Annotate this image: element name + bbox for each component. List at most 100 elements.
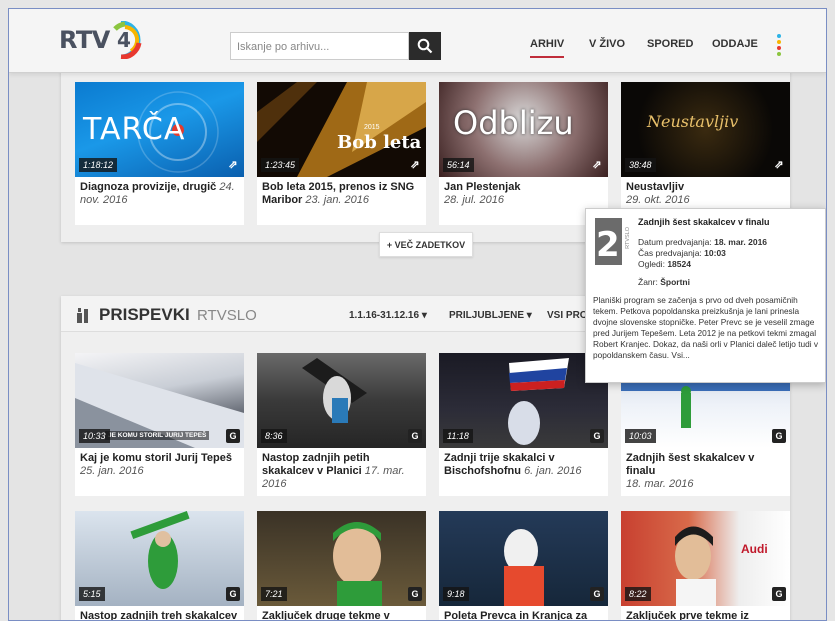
card-title[interactable]: Kaj je komu storil Jurij Tepeš 25. jan. 2… — [75, 448, 244, 478]
thumb-title: Neustavljiv — [647, 112, 739, 131]
channel-icon: G — [590, 429, 604, 443]
channel-icon: G — [226, 587, 240, 601]
video-thumbnail[interactable]: JE KOMU STORIL JURIJ TEPEŠ 10:33 G — [75, 353, 244, 448]
card-date: 6. jan. 2016 — [524, 465, 582, 477]
card-date: 28. jul. 2016 — [444, 194, 504, 206]
video-thumbnail[interactable]: 8:36 G — [257, 353, 426, 448]
channel-icon: G — [772, 429, 786, 443]
thumb-title: TARČA — [83, 112, 186, 147]
video-thumbnail[interactable]: Audi 8:22 G — [621, 511, 790, 606]
card-title[interactable]: Nastop zadnjih petih skakalcev v Planici… — [257, 448, 426, 491]
share-icon[interactable]: ⇗ — [408, 158, 422, 172]
video-thumbnail[interactable]: Neustavljiv 38:48 ⇗ — [621, 82, 790, 177]
duration-badge: 38:48 — [625, 158, 656, 172]
card-date: 25. jan. 2016 — [80, 465, 144, 477]
share-icon[interactable]: ⇗ — [226, 158, 240, 172]
channel-2-icon: 2 — [595, 218, 622, 265]
search-button[interactable] — [409, 32, 441, 60]
channel-icon: G — [772, 587, 786, 601]
more-menu-icon[interactable] — [777, 34, 781, 58]
video-thumbnail[interactable]: 11:18 G — [439, 353, 608, 448]
channel-icon: G — [408, 587, 422, 601]
video-thumbnail[interactable]: Odblizu 56:14 ⇗ — [439, 82, 608, 177]
video-thumbnail[interactable]: 2015 Bob leta 1:23:45 ⇗ — [257, 82, 426, 177]
card-title[interactable]: Neustavljiv 29. okt. 2016 — [621, 177, 790, 207]
card-title[interactable]: Zaključek druge tekme v — [257, 606, 426, 620]
popup-description: Planiški program se začenja s prvo od dv… — [593, 295, 819, 360]
thumb-caption: JE KOMU STORIL JURIJ TEPEŠ — [105, 431, 210, 440]
duration-badge: 8:36 — [261, 429, 287, 443]
duration-badge: 10:33 — [79, 429, 110, 443]
genre: Žanr: Športni — [638, 277, 690, 287]
logo-text: RTV — [59, 26, 110, 54]
duration-badge: 1:23:45 — [261, 158, 300, 172]
card-title[interactable]: Bob leta 2015, prenos iz SNG Maribor 23.… — [257, 177, 426, 207]
logo-number: 4 — [117, 28, 131, 52]
video-card[interactable]: 5:15 G Nastop zadnjih treh skakalcev — [75, 511, 244, 620]
date-range-filter[interactable]: 1.1.16-31.12.16 ▾ — [349, 310, 427, 321]
video-card[interactable]: JE KOMU STORIL JURIJ TEPEŠ 10:33 G Kaj j… — [75, 353, 244, 496]
duration-badge: 56:14 — [443, 158, 474, 172]
card-date: 18. mar. 2016 — [626, 478, 694, 490]
chevron-down-icon: ▾ — [526, 310, 532, 321]
browser-viewport: Bob leta 2015, prenos iz SNG RTV 4 Iskan… — [8, 8, 827, 621]
video-thumbnail[interactable]: 9:18 G — [439, 511, 608, 606]
search-icon — [417, 38, 433, 54]
card-title[interactable]: Jan Plestenjak 28. jul. 2016 — [439, 177, 608, 207]
broadcast-date: Datum predvajanja: 18. mar. 2016 — [638, 237, 768, 247]
card-title[interactable]: Diagnoza provizije, drugič 24. nov. 2016 — [75, 177, 244, 207]
video-card[interactable]: 8:36 G Nastop zadnjih petih skakalcev v … — [257, 353, 426, 496]
video-thumbnail[interactable]: 7:21 G — [257, 511, 426, 606]
card-title[interactable]: Zadnji trije skakalci v Bischofshofnu 6.… — [439, 448, 608, 478]
video-card[interactable]: 9:18 G Poleta Prevca in Kranjca za — [439, 511, 608, 620]
site-header: RTV 4 Iskanje po arhivu... ARHIV V ŽIVO … — [9, 9, 826, 73]
nav-arhiv[interactable]: ARHIV — [530, 38, 565, 58]
share-icon[interactable]: ⇗ — [772, 158, 786, 172]
video-card[interactable]: Audi 8:22 G Zaključek prve tekme iz — [621, 511, 790, 620]
video-card[interactable]: 7:21 G Zaključek druge tekme v — [257, 511, 426, 620]
nav-spored[interactable]: SPORED — [647, 38, 693, 50]
section-subtitle: RTVSLO — [197, 307, 257, 324]
thumb-title: Odblizu — [453, 104, 574, 142]
logo-mark: 4 — [111, 20, 143, 60]
search-input[interactable]: Iskanje po arhivu... — [230, 32, 409, 60]
duration-badge: 11:18 — [443, 429, 473, 443]
channel-label: RTVSLO — [625, 227, 631, 249]
card-title[interactable]: Zaključek prve tekme iz — [621, 606, 790, 620]
popup-title: Zadnjih šest skakalcev v finalu — [638, 217, 770, 227]
archive-card[interactable]: Odblizu 56:14 ⇗ Jan Plestenjak 28. jul. 2… — [439, 82, 608, 225]
view-count: Ogledi: 18524 — [638, 259, 691, 269]
share-icon[interactable]: ⇗ — [590, 158, 604, 172]
card-date: 29. okt. 2016 — [626, 194, 690, 206]
chevron-down-icon: ▾ — [421, 310, 427, 321]
duration-badge: 9:18 — [443, 587, 469, 601]
more-results-button[interactable]: + VEČ ZADETKOV — [379, 232, 473, 257]
svg-text:2: 2 — [596, 225, 620, 265]
video-thumbnail[interactable]: TARČA 1:18:12 ⇗ — [75, 82, 244, 177]
channel-icon: G — [226, 429, 240, 443]
archive-card[interactable]: 2015 Bob leta 1:23:45 ⇗ Bob leta 2015, p… — [257, 82, 426, 225]
nav-oddaje[interactable]: ODDAJE — [712, 38, 758, 50]
duration-badge: 1:18:12 — [79, 158, 118, 172]
rtv4-logo[interactable]: RTV 4 — [59, 20, 143, 60]
video-card[interactable]: 11:18 G Zadnji trije skakalci v Bischofs… — [439, 353, 608, 496]
duration-badge: 7:21 — [261, 587, 287, 601]
tools-icon — [77, 308, 88, 323]
card-title[interactable]: Nastop zadnjih treh skakalcev — [75, 606, 244, 620]
card-date: 23. jan. 2016 — [305, 194, 370, 206]
type-filter[interactable]: VSI PRO — [547, 310, 588, 321]
video-info-popup: 2 RTVSLO Zadnjih šest skakalcev v finalu… — [585, 208, 826, 383]
thumb-year: 2015 — [364, 124, 380, 131]
svg-text:Audi: Audi — [741, 542, 768, 556]
archive-card[interactable]: TARČA 1:18:12 ⇗ Diagnoza provizije, drug… — [75, 82, 244, 225]
archive-card[interactable]: Neustavljiv 38:48 ⇗ Neustavljiv 29. okt. … — [621, 82, 790, 225]
card-title[interactable]: Poleta Prevca in Kranjca za — [439, 606, 608, 620]
card-title[interactable]: Zadnjih šest skakalcev v finalu 18. mar. … — [621, 448, 790, 491]
video-thumbnail[interactable]: 5:15 G — [75, 511, 244, 606]
sort-filter[interactable]: PRILJUBLJENE ▾ — [449, 310, 532, 321]
channel-icon: G — [408, 429, 422, 443]
duration-badge: 8:22 — [625, 587, 651, 601]
channel-icon: G — [590, 587, 604, 601]
nav-v-zivo[interactable]: V ŽIVO — [589, 38, 625, 50]
duration-badge: 5:15 — [79, 587, 105, 601]
